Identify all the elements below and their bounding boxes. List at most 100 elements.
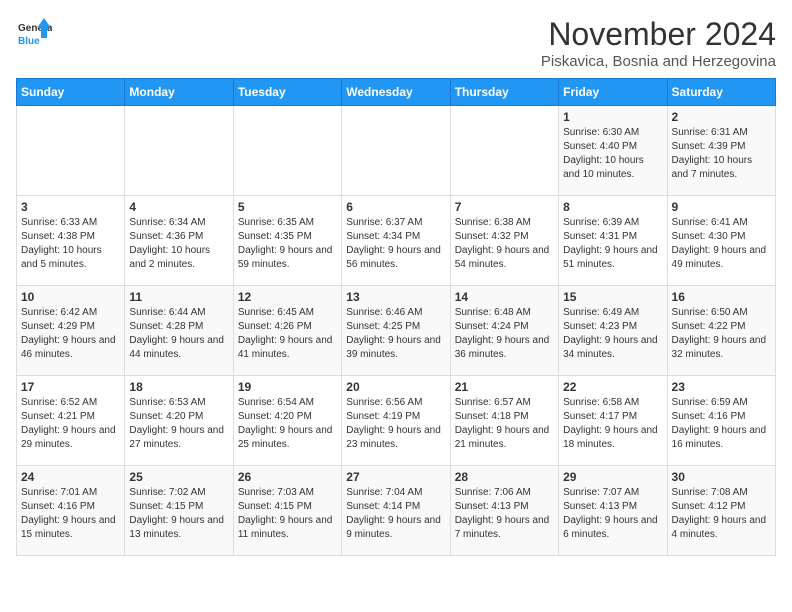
day-number: 22 — [563, 380, 662, 394]
calendar-cell: 10Sunrise: 6:42 AM Sunset: 4:29 PM Dayli… — [17, 286, 125, 376]
header-day-tuesday: Tuesday — [233, 79, 341, 106]
day-number: 9 — [672, 200, 771, 214]
day-number: 26 — [238, 470, 337, 484]
day-content: Sunrise: 7:07 AM Sunset: 4:13 PM Dayligh… — [563, 486, 662, 542]
day-number: 2 — [672, 110, 771, 124]
day-number: 7 — [455, 200, 554, 214]
calendar-cell: 17 Sunrise: 6:52 AM Sunset: 4:21 PM Dayli… — [17, 376, 125, 466]
day-content: Sunrise: 7:02 AM Sunset: 4:15 PM Dayligh… — [129, 486, 228, 542]
logo-svg: General Blue — [16, 16, 52, 52]
day-number: 13 — [346, 290, 445, 304]
day-content: Sunrise: 6:48 AM Sunset: 4:24 PM Dayligh… — [455, 306, 554, 362]
calendar-cell: 14 Sunrise: 6:48 AM Sunset: 4:24 PM Dayli… — [450, 286, 558, 376]
calendar-cell: 7 Sunrise: 6:38 AM Sunset: 4:32 PM Daylig… — [450, 196, 558, 286]
day-number: 1 — [563, 110, 662, 124]
day-content: Sunrise: 6:33 AM Sunset: 4:38 PM Dayligh… — [21, 216, 120, 272]
header-day-wednesday: Wednesday — [342, 79, 450, 106]
day-content: Sunrise: 7:08 AM Sunset: 4:12 PM Dayligh… — [672, 486, 771, 542]
logo: General Blue — [16, 16, 52, 52]
calendar-cell: 23 Sunrise: 6:59 AM Sunset: 4:16 PM Dayli… — [667, 376, 775, 466]
header-row: SundayMondayTuesdayWednesdayThursdayFrid… — [17, 79, 776, 106]
day-number: 16 — [672, 290, 771, 304]
calendar-cell: 4 Sunrise: 6:34 AM Sunset: 4:36 PM Daylig… — [125, 196, 233, 286]
calendar-cell: 3 Sunrise: 6:33 AM Sunset: 4:38 PM Daylig… — [17, 196, 125, 286]
day-content: Sunrise: 7:01 AM Sunset: 4:16 PM Dayligh… — [21, 486, 120, 542]
day-content: Sunrise: 6:52 AM Sunset: 4:21 PM Dayligh… — [21, 396, 120, 452]
day-number: 5 — [238, 200, 337, 214]
day-number: 18 — [129, 380, 228, 394]
calendar-cell: 5 Sunrise: 6:35 AM Sunset: 4:35 PM Daylig… — [233, 196, 341, 286]
header: General Blue November 2024 Piskavica, Bo… — [16, 16, 776, 70]
day-number: 10 — [21, 290, 120, 304]
calendar-cell: 8 Sunrise: 6:39 AM Sunset: 4:31 PM Daylig… — [559, 196, 667, 286]
calendar-cell: 9Sunrise: 6:41 AM Sunset: 4:30 PM Daylig… — [667, 196, 775, 286]
month-title: November 2024 — [541, 16, 776, 53]
day-content: Sunrise: 7:06 AM Sunset: 4:13 PM Dayligh… — [455, 486, 554, 542]
calendar-cell: 12 Sunrise: 6:45 AM Sunset: 4:26 PM Dayli… — [233, 286, 341, 376]
day-number: 29 — [563, 470, 662, 484]
header-day-friday: Friday — [559, 79, 667, 106]
day-number: 11 — [129, 290, 228, 304]
calendar-cell: 19 Sunrise: 6:54 AM Sunset: 4:20 PM Dayli… — [233, 376, 341, 466]
day-content: Sunrise: 6:39 AM Sunset: 4:31 PM Dayligh… — [563, 216, 662, 272]
calendar-cell: 21Sunrise: 6:57 AM Sunset: 4:18 PM Dayli… — [450, 376, 558, 466]
day-number: 17 — [21, 380, 120, 394]
header-day-sunday: Sunday — [17, 79, 125, 106]
calendar-cell: 20Sunrise: 6:56 AM Sunset: 4:19 PM Dayli… — [342, 376, 450, 466]
calendar-cell — [125, 106, 233, 196]
day-content: Sunrise: 6:59 AM Sunset: 4:16 PM Dayligh… — [672, 396, 771, 452]
day-number: 3 — [21, 200, 120, 214]
day-number: 12 — [238, 290, 337, 304]
day-content: Sunrise: 6:54 AM Sunset: 4:20 PM Dayligh… — [238, 396, 337, 452]
calendar-table: SundayMondayTuesdayWednesdayThursdayFrid… — [16, 78, 776, 556]
day-number: 4 — [129, 200, 228, 214]
svg-text:Blue: Blue — [18, 36, 40, 47]
header-day-monday: Monday — [125, 79, 233, 106]
day-number: 15 — [563, 290, 662, 304]
day-number: 14 — [455, 290, 554, 304]
calendar-cell: 18 Sunrise: 6:53 AM Sunset: 4:20 PM Dayli… — [125, 376, 233, 466]
day-content: Sunrise: 6:37 AM Sunset: 4:34 PM Dayligh… — [346, 216, 445, 272]
week-row-4: 17 Sunrise: 6:52 AM Sunset: 4:21 PM Dayli… — [17, 376, 776, 466]
week-row-2: 3 Sunrise: 6:33 AM Sunset: 4:38 PM Daylig… — [17, 196, 776, 286]
week-row-3: 10Sunrise: 6:42 AM Sunset: 4:29 PM Dayli… — [17, 286, 776, 376]
day-content: Sunrise: 6:35 AM Sunset: 4:35 PM Dayligh… — [238, 216, 337, 272]
title-area: November 2024 Piskavica, Bosnia and Herz… — [541, 16, 776, 70]
calendar-cell — [233, 106, 341, 196]
calendar-cell: 22 Sunrise: 6:58 AM Sunset: 4:17 PM Dayli… — [559, 376, 667, 466]
calendar-cell — [450, 106, 558, 196]
day-content: Sunrise: 6:58 AM Sunset: 4:17 PM Dayligh… — [563, 396, 662, 452]
calendar-cell: 11 Sunrise: 6:44 AM Sunset: 4:28 PM Dayli… — [125, 286, 233, 376]
day-number: 6 — [346, 200, 445, 214]
day-content: Sunrise: 7:04 AM Sunset: 4:14 PM Dayligh… — [346, 486, 445, 542]
subtitle: Piskavica, Bosnia and Herzegovina — [541, 53, 776, 70]
day-number: 25 — [129, 470, 228, 484]
day-content: Sunrise: 6:38 AM Sunset: 4:32 PM Dayligh… — [455, 216, 554, 272]
day-content: Sunrise: 6:53 AM Sunset: 4:20 PM Dayligh… — [129, 396, 228, 452]
day-content: Sunrise: 6:49 AM Sunset: 4:23 PM Dayligh… — [563, 306, 662, 362]
week-row-1: 1 Sunrise: 6:30 AM Sunset: 4:40 PM Daylig… — [17, 106, 776, 196]
day-number: 8 — [563, 200, 662, 214]
day-content: Sunrise: 6:57 AM Sunset: 4:18 PM Dayligh… — [455, 396, 554, 452]
calendar-cell: 27Sunrise: 7:04 AM Sunset: 4:14 PM Dayli… — [342, 466, 450, 556]
week-row-5: 24 Sunrise: 7:01 AM Sunset: 4:16 PM Dayli… — [17, 466, 776, 556]
day-content: Sunrise: 6:44 AM Sunset: 4:28 PM Dayligh… — [129, 306, 228, 362]
day-content: Sunrise: 6:45 AM Sunset: 4:26 PM Dayligh… — [238, 306, 337, 362]
day-content: Sunrise: 6:31 AM Sunset: 4:39 PM Dayligh… — [672, 126, 771, 182]
day-content: Sunrise: 6:34 AM Sunset: 4:36 PM Dayligh… — [129, 216, 228, 272]
calendar-cell — [342, 106, 450, 196]
day-content: Sunrise: 7:03 AM Sunset: 4:15 PM Dayligh… — [238, 486, 337, 542]
day-content: Sunrise: 6:30 AM Sunset: 4:40 PM Dayligh… — [563, 126, 662, 182]
day-number: 24 — [21, 470, 120, 484]
day-number: 30 — [672, 470, 771, 484]
day-number: 23 — [672, 380, 771, 394]
header-day-saturday: Saturday — [667, 79, 775, 106]
day-number: 19 — [238, 380, 337, 394]
calendar-cell: 28 Sunrise: 7:06 AM Sunset: 4:13 PM Dayli… — [450, 466, 558, 556]
calendar-cell — [17, 106, 125, 196]
calendar-cell: 26 Sunrise: 7:03 AM Sunset: 4:15 PM Dayli… — [233, 466, 341, 556]
calendar-cell: 30 Sunrise: 7:08 AM Sunset: 4:12 PM Dayli… — [667, 466, 775, 556]
day-content: Sunrise: 6:50 AM Sunset: 4:22 PM Dayligh… — [672, 306, 771, 362]
calendar-cell: 15 Sunrise: 6:49 AM Sunset: 4:23 PM Dayli… — [559, 286, 667, 376]
day-number: 28 — [455, 470, 554, 484]
